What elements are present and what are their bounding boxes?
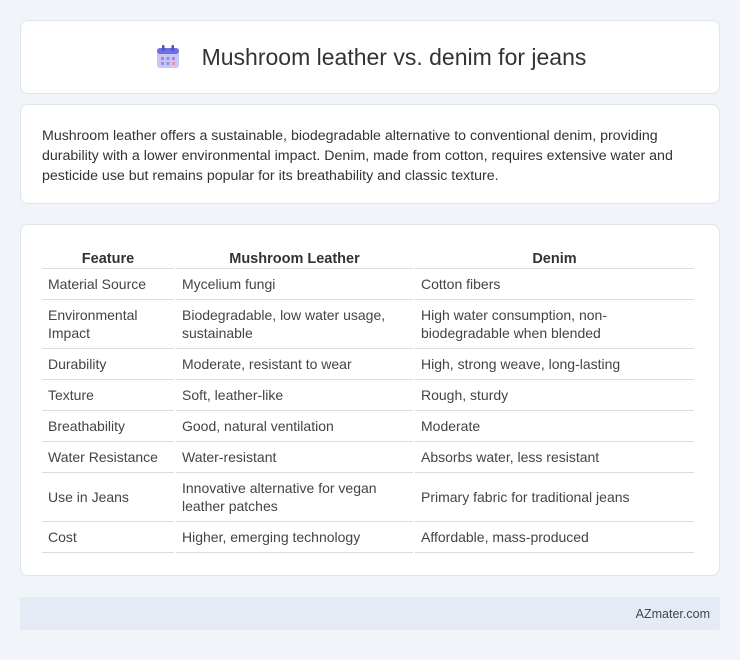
column-header-denim: Denim	[415, 245, 694, 269]
intro-paragraph: Mushroom leather offers a sustainable, b…	[42, 128, 673, 184]
cell-mushroom-leather: Water-resistant	[176, 442, 413, 473]
title-wrap: Mushroom leather vs. denim for jeans	[154, 43, 587, 71]
intro-card: Mushroom leather offers a sustainable, b…	[20, 104, 720, 204]
cell-mushroom-leather: Mycelium fungi	[176, 269, 413, 300]
table-row: Cost Higher, emerging technology Afforda…	[42, 522, 694, 553]
table-row: Durability Moderate, resistant to wear H…	[42, 349, 694, 380]
footer-bar: AZmater.com	[20, 597, 720, 630]
cell-feature: Water Resistance	[42, 442, 174, 473]
table-row: Environmental Impact Biodegradable, low …	[42, 300, 694, 349]
cell-mushroom-leather: Good, natural ventilation	[176, 411, 413, 442]
title-card: Mushroom leather vs. denim for jeans	[20, 20, 720, 94]
comparison-table: Feature Mushroom Leather Denim Material …	[40, 245, 696, 553]
comparison-table-card: Feature Mushroom Leather Denim Material …	[20, 224, 720, 576]
cell-mushroom-leather: Higher, emerging technology	[176, 522, 413, 553]
calendar-icon	[154, 43, 182, 71]
cell-feature: Environmental Impact	[42, 300, 174, 349]
cell-denim: Moderate	[415, 411, 694, 442]
column-header-feature: Feature	[42, 245, 174, 269]
table-header-row: Feature Mushroom Leather Denim	[42, 245, 694, 269]
cell-denim: Primary fabric for traditional jeans	[415, 473, 694, 522]
cell-feature: Use in Jeans	[42, 473, 174, 522]
cell-mushroom-leather: Biodegradable, low water usage, sustaina…	[176, 300, 413, 349]
cell-denim: Absorbs water, less resistant	[415, 442, 694, 473]
footer-site-name[interactable]: AZmater.com	[636, 607, 710, 621]
cell-denim: Cotton fibers	[415, 269, 694, 300]
cell-feature: Material Source	[42, 269, 174, 300]
table-row: Material Source Mycelium fungi Cotton fi…	[42, 269, 694, 300]
cell-mushroom-leather: Innovative alternative for vegan leather…	[176, 473, 413, 522]
page-title: Mushroom leather vs. denim for jeans	[201, 43, 587, 70]
table-row: Use in Jeans Innovative alternative for …	[42, 473, 694, 522]
cell-mushroom-leather: Soft, leather-like	[176, 380, 413, 411]
cell-feature: Durability	[42, 349, 174, 380]
table-row: Breathability Good, natural ventilation …	[42, 411, 694, 442]
cell-feature: Breathability	[42, 411, 174, 442]
cell-denim: Rough, sturdy	[415, 380, 694, 411]
cell-denim: Affordable, mass-produced	[415, 522, 694, 553]
table-row: Water Resistance Water-resistant Absorbs…	[42, 442, 694, 473]
cell-denim: High water consumption, non-biodegradabl…	[415, 300, 694, 349]
cell-feature: Texture	[42, 380, 174, 411]
cell-feature: Cost	[42, 522, 174, 553]
table-row: Texture Soft, leather-like Rough, sturdy	[42, 380, 694, 411]
cell-mushroom-leather: Moderate, resistant to wear	[176, 349, 413, 380]
cell-denim: High, strong weave, long-lasting	[415, 349, 694, 380]
column-header-mushroom-leather: Mushroom Leather	[176, 245, 413, 269]
